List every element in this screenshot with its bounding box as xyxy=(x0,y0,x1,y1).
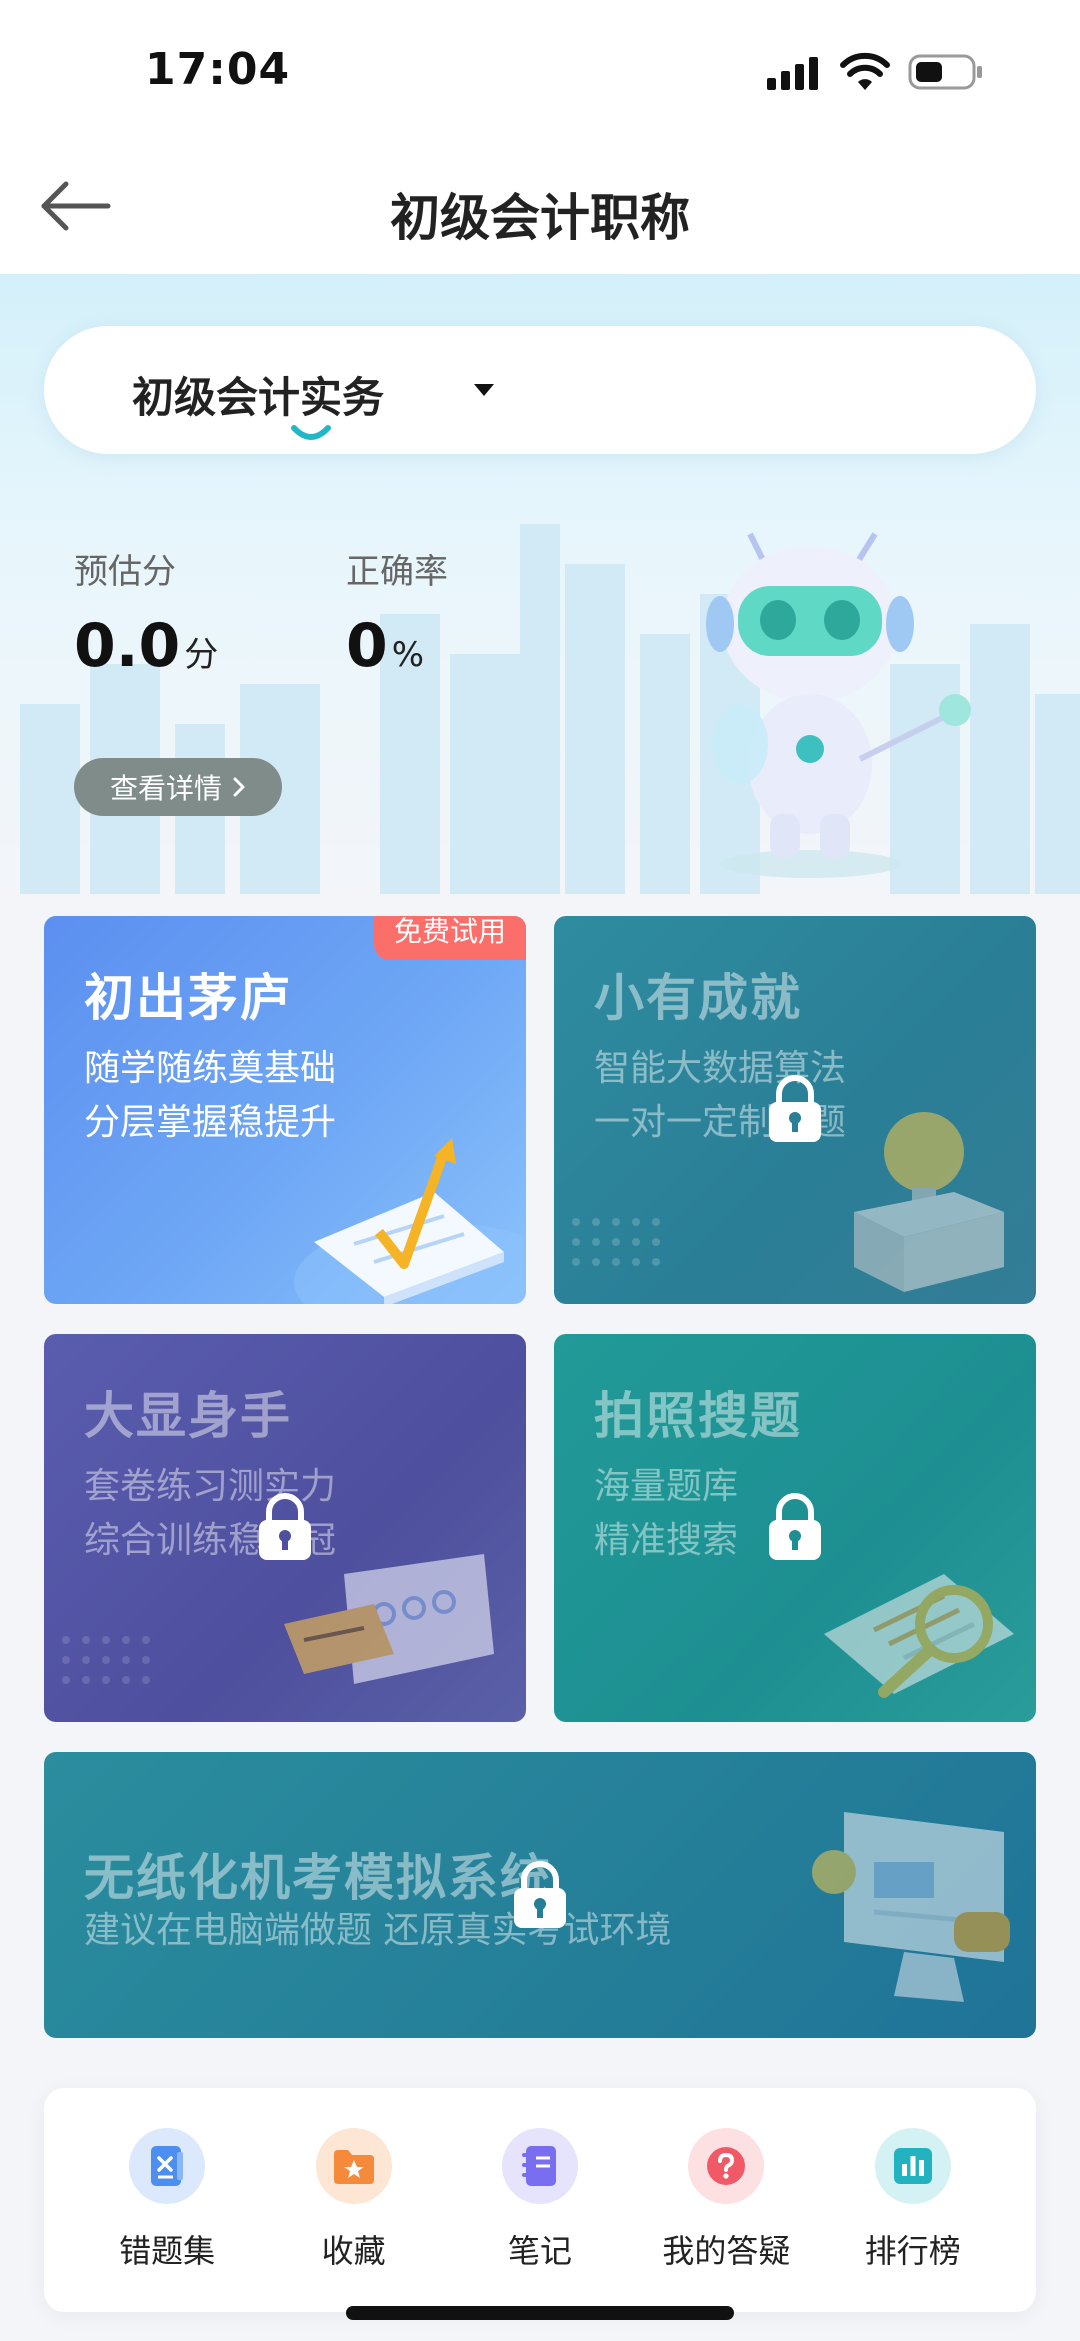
chevron-right-icon xyxy=(233,777,245,797)
card-title: 小有成就 xyxy=(594,969,802,1027)
accuracy-rate-label: 正确率 xyxy=(346,552,448,592)
chart-board-illustration xyxy=(294,1138,524,1304)
free-trial-badge: 免费试用 xyxy=(373,916,526,960)
favorites-icon xyxy=(315,2128,392,2204)
robot-mascot-illustration xyxy=(706,532,971,878)
computer-monitor-illustration xyxy=(812,1812,1010,2002)
hero-section: 初级会计实务 预估分 0.0 分 正确率 0% 查看详情 xyxy=(0,274,1080,894)
notes-icon xyxy=(501,2128,578,2204)
wrong-questions-icon xyxy=(129,2128,206,2204)
lock-icon xyxy=(769,1493,821,1560)
wifi-icon xyxy=(840,52,890,90)
card-title: 大显身手 xyxy=(84,1387,292,1445)
subject-selector[interactable]: 初级会计实务 xyxy=(44,326,1036,454)
card-description: 海量题库 xyxy=(594,1466,739,1507)
battery-icon xyxy=(908,54,982,90)
estimate-score-label: 预估分 xyxy=(74,552,176,592)
subject-label: 初级会计实务 xyxy=(132,373,385,422)
lock-icon xyxy=(769,1075,821,1142)
my-questions-button[interactable]: 我的答疑 xyxy=(641,2088,811,2312)
card-description: 建议在电脑端做题 还原真实考试环境 xyxy=(84,1910,672,1951)
accuracy-rate-value: 0 xyxy=(346,611,388,681)
tool-label: 我的答疑 xyxy=(662,2232,791,2270)
lock-icon xyxy=(514,1861,566,1928)
magnifier-document-illustration xyxy=(824,1574,1014,1698)
page-title: 初级会计职称 xyxy=(390,189,690,247)
tool-label: 排行榜 xyxy=(864,2232,961,2270)
dot-pattern-decoration xyxy=(62,1636,150,1684)
lock-icon xyxy=(259,1493,311,1560)
question-icon xyxy=(688,2128,765,2204)
card-title: 无纸化机考模拟系统 xyxy=(84,1849,552,1907)
nav-bar: 初级会计职称 xyxy=(0,140,1080,274)
cellular-signal-icon xyxy=(767,57,818,90)
dot-pattern-decoration xyxy=(572,1218,660,1266)
card-title: 初出茅庐 xyxy=(84,969,292,1027)
accuracy-rate: 正确率 0% xyxy=(346,544,448,681)
photo-search-card[interactable]: 拍照搜题 海量题库 精准搜索 xyxy=(554,1334,1036,1722)
status-bar: 17:04 xyxy=(0,0,1080,140)
active-indicator xyxy=(291,425,331,440)
status-time: 17:04 xyxy=(145,44,291,95)
level-card-beginner[interactable]: 免费试用 初出茅庐 随学随练奠基础 分层掌握稳提升 xyxy=(44,916,526,1304)
caret-down-icon xyxy=(474,384,494,396)
view-details-label: 查看详情 xyxy=(109,772,222,805)
computer-exam-simulation-card[interactable]: 无纸化机考模拟系统 建议在电脑端做题 还原真实考试环境 xyxy=(44,1752,1036,2038)
card-description: 随学随练奠基础 xyxy=(84,1048,337,1089)
estimate-score-value: 0.0 xyxy=(74,611,181,681)
level-card-master[interactable]: 大显身手 套卷练习测实力 综合训练稳夺冠 xyxy=(44,1334,526,1722)
accuracy-rate-unit: % xyxy=(391,635,425,675)
notes-button[interactable]: 笔记 xyxy=(455,2088,625,2312)
favorites-button[interactable]: 收藏 xyxy=(269,2088,439,2312)
view-details-button[interactable]: 查看详情 xyxy=(74,758,282,816)
home-indicator[interactable] xyxy=(346,2306,734,2320)
tool-label: 错题集 xyxy=(119,2232,216,2270)
card-description: 精准搜索 xyxy=(594,1520,739,1561)
level-card-achiever[interactable]: 小有成就 智能大数据算法 一对一定制难题 xyxy=(554,916,1036,1304)
tool-panel: 错题集 收藏 笔记 我的答疑 排行榜 xyxy=(44,2088,1036,2312)
tool-label: 收藏 xyxy=(321,2232,386,2270)
card-title: 拍照搜题 xyxy=(594,1387,802,1445)
ranking-icon xyxy=(874,2128,951,2204)
tool-label: 笔记 xyxy=(507,2232,572,2270)
estimate-score-unit: 分 xyxy=(184,635,219,675)
estimate-score: 预估分 0.0 分 xyxy=(74,544,218,681)
wrong-questions-button[interactable]: 错题集 xyxy=(82,2088,252,2312)
ranking-button[interactable]: 排行榜 xyxy=(828,2088,998,2312)
lightbulb-box-illustration xyxy=(854,1112,1004,1292)
exam-papers-illustration xyxy=(284,1554,494,1684)
